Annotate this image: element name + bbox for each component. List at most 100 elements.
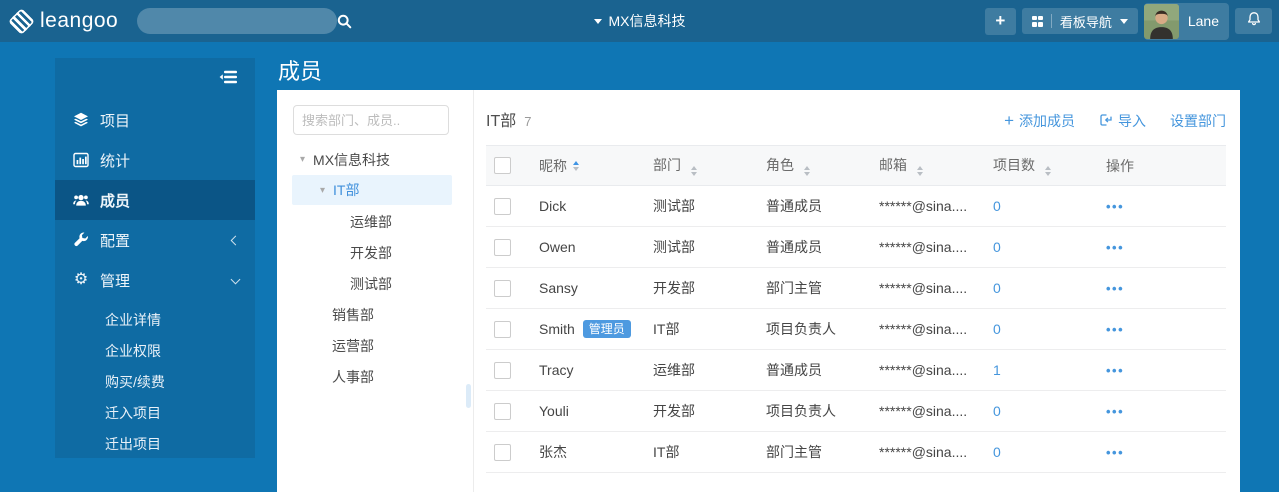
submenu-item-migrate-out[interactable]: 迁出项目	[55, 428, 255, 459]
group-name: IT部	[486, 113, 517, 130]
submenu-label: 购买/续费	[105, 373, 165, 390]
tree-node-hr-dept[interactable]: 人事部	[277, 361, 473, 392]
member-project-count[interactable]: 0	[984, 280, 1097, 296]
submenu-label: 迁入项目	[105, 404, 161, 421]
user-menu[interactable]: Lane	[1143, 2, 1229, 40]
row-checkbox[interactable]	[494, 320, 511, 338]
row-checkbox[interactable]	[494, 361, 511, 379]
global-search-input[interactable]	[137, 13, 337, 29]
row-actions-button[interactable]: •••	[1106, 199, 1124, 214]
table-header: 昵称 部门 角色 邮箱 项目数 操作	[486, 145, 1226, 186]
org-name: MX信息科技	[608, 13, 686, 29]
caret-down-icon[interactable]: ▾	[320, 185, 325, 196]
column-header-projects[interactable]: 项目数	[984, 155, 1097, 176]
column-label: 角色	[766, 157, 794, 173]
gear-icon: ⚙	[73, 271, 89, 288]
sort-icon[interactable]	[803, 166, 810, 176]
logo[interactable]: leangoo	[8, 0, 118, 42]
user-name: Lane	[1187, 13, 1219, 29]
member-project-count[interactable]: 0	[984, 198, 1097, 214]
member-role: 部门主管	[766, 280, 822, 296]
grid-icon	[1031, 15, 1043, 27]
sidebar-item-label: 管理	[100, 272, 131, 290]
sidebar-collapse-button[interactable]	[219, 70, 239, 84]
row-checkbox[interactable]	[494, 279, 511, 297]
submenu-item-company-permissions[interactable]: 企业权限	[55, 335, 255, 366]
column-header-email[interactable]: 邮箱	[870, 155, 984, 176]
plus-icon: +	[995, 10, 1006, 30]
row-checkbox[interactable]	[494, 238, 511, 256]
org-selector[interactable]: MX信息科技	[593, 0, 686, 42]
set-department-button[interactable]: 设置部门	[1170, 111, 1226, 131]
row-checkbox[interactable]	[494, 197, 511, 215]
submenu-label: 企业权限	[105, 342, 161, 359]
sort-icon[interactable]	[573, 160, 579, 171]
column-header-department[interactable]: 部门	[644, 155, 757, 176]
sidebar-item-statistics[interactable]: 统计	[55, 140, 255, 180]
search-icon[interactable]	[337, 14, 352, 29]
tree-node-dev-dept[interactable]: 开发部	[277, 237, 473, 268]
member-email: ******@sina....	[879, 444, 968, 460]
member-role: 项目负责人	[766, 403, 836, 419]
row-actions-button[interactable]: •••	[1106, 404, 1124, 419]
import-button[interactable]: 导入	[1099, 111, 1146, 131]
member-department: 测试部	[653, 198, 695, 214]
member-project-count[interactable]: 0	[984, 321, 1097, 337]
member-name: Tracy	[539, 362, 574, 378]
member-department: IT部	[653, 321, 680, 337]
row-actions-button[interactable]: •••	[1106, 445, 1124, 460]
member-project-count[interactable]: 1	[984, 362, 1097, 378]
tree-node-sales-dept[interactable]: 销售部	[277, 299, 473, 330]
submenu-item-purchase-renew[interactable]: 购买/续费	[55, 366, 255, 397]
member-role: 普通成员	[766, 198, 822, 214]
wrench-icon	[72, 232, 90, 248]
tree-node-operation-dept[interactable]: 运营部	[277, 330, 473, 361]
select-all-checkbox[interactable]	[494, 157, 511, 174]
sidebar-item-management[interactable]: ⚙ 管理	[55, 260, 255, 300]
tree-node-test-dept[interactable]: 测试部	[277, 268, 473, 299]
row-actions-button[interactable]: •••	[1106, 281, 1124, 296]
users-icon	[72, 192, 90, 208]
topbar: leangoo MX信息科技 + 看板导航 Lane	[0, 0, 1279, 42]
sidebar-item-members[interactable]: 成员	[55, 180, 255, 220]
sidebar-item-label: 成员	[100, 192, 131, 210]
tree-search-input[interactable]	[293, 105, 449, 135]
row-actions-button[interactable]: •••	[1106, 363, 1124, 378]
caret-down-icon[interactable]: ▾	[300, 154, 305, 165]
notifications-button[interactable]	[1235, 8, 1272, 34]
table-row: Sansy 开发部 部门主管 ******@sina.... 0 •••	[486, 268, 1226, 309]
sort-icon[interactable]	[916, 166, 923, 176]
member-project-count[interactable]: 0	[984, 403, 1097, 419]
sort-icon[interactable]	[690, 166, 697, 176]
member-project-count[interactable]: 0	[984, 239, 1097, 255]
avatar	[1143, 3, 1179, 39]
member-name: Dick	[539, 198, 567, 214]
global-search[interactable]	[137, 8, 352, 34]
sort-icon[interactable]	[1044, 166, 1051, 176]
row-checkbox[interactable]	[494, 402, 511, 420]
column-header-role[interactable]: 角色	[757, 155, 870, 176]
tree-node-company[interactable]: ▾ MX信息科技	[277, 144, 473, 175]
member-name: Smith	[539, 320, 575, 337]
column-header-nickname[interactable]: 昵称	[530, 156, 644, 176]
row-checkbox[interactable]	[494, 443, 511, 461]
tree-node-ops-dept[interactable]: 运维部	[277, 206, 473, 237]
member-role: 普通成员	[766, 362, 822, 378]
add-member-button[interactable]: + 添加成员	[1004, 111, 1075, 131]
import-label: 导入	[1118, 113, 1146, 129]
board-nav-dropdown[interactable]: 看板导航	[1021, 8, 1138, 34]
create-board-button[interactable]: +	[984, 7, 1016, 35]
tree-node-label: 运营部	[332, 337, 374, 354]
tree-node-it-selected[interactable]: ▾ IT部	[292, 175, 452, 205]
row-actions-button[interactable]: •••	[1106, 322, 1124, 337]
sidebar-item-projects[interactable]: 项目	[55, 100, 255, 140]
row-actions-button[interactable]: •••	[1106, 240, 1124, 255]
submenu-item-migrate-in[interactable]: 迁入项目	[55, 397, 255, 428]
column-label: 昵称	[539, 157, 567, 174]
member-project-count[interactable]: 0	[984, 444, 1097, 460]
bell-icon	[1246, 11, 1262, 32]
submenu-item-company-details[interactable]: 企业详情	[55, 304, 255, 335]
management-submenu: 企业详情 企业权限 购买/续费 迁入项目 迁出项目	[55, 304, 255, 459]
sidebar-item-configuration[interactable]: 配置	[55, 220, 255, 260]
tree-scrollbar[interactable]	[466, 384, 471, 408]
